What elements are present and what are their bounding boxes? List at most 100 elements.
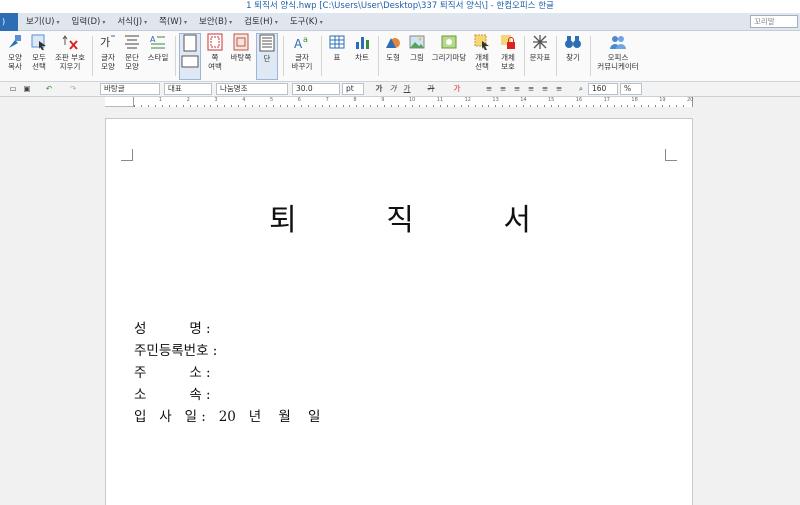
horizontal-ruler[interactable]: 1 2 3 4 5 6 7 8 9 10 11 12 13 14 15 16 17 18 19 20	[105, 97, 693, 107]
document-page[interactable]: 퇴 직 서 성 명 : 주민등록번호 : 주 소 : 소 속 : 입 사 일 :…	[105, 118, 693, 505]
ruler-tick	[446, 105, 448, 107]
shape-copy-button[interactable]: 모양 복사	[4, 33, 26, 80]
ruler-tick	[363, 105, 365, 107]
ruler-number: 9	[381, 97, 385, 103]
columns-button[interactable]: 단	[256, 33, 278, 80]
strike-button[interactable]: 가	[426, 84, 436, 94]
find-label: 찾기	[566, 53, 580, 62]
window-title: 1 퇴직서 양식.hwp [C:\Users\User\Desktop\337 …	[0, 0, 800, 13]
office-communicator-button[interactable]: 오피스 커뮤니케이터	[594, 33, 642, 80]
ruler-number: 15	[548, 97, 555, 103]
ruler-tick	[488, 105, 490, 107]
ruler-tick	[662, 105, 664, 107]
ruler-tick	[627, 105, 629, 107]
master-page-button[interactable]: 바탕쪽	[229, 33, 253, 80]
print-icon[interactable]: ▭	[8, 84, 18, 94]
ruler-tick	[391, 105, 393, 107]
style-button[interactable]: A 스타일	[145, 33, 171, 80]
zoom-value: 160	[592, 84, 607, 93]
menu-item[interactable]: 입력(D) ▾	[66, 13, 112, 31]
shape-copy-label-1: 모양	[8, 53, 22, 62]
svg-text:A: A	[150, 35, 156, 44]
preview-icon[interactable]: ▣	[22, 84, 32, 94]
ruler-number: 16	[575, 97, 583, 103]
picture-button[interactable]: 그림	[406, 33, 428, 80]
ruler-tick	[293, 105, 295, 107]
remove-markers-label-1: 조판 부호	[55, 53, 85, 62]
chevron-down-icon: ▾	[56, 19, 60, 26]
menu-item[interactable]: 보안(B) ▾	[193, 13, 238, 31]
align-right-icon[interactable]: ≡	[526, 84, 536, 94]
menu-item[interactable]: 서식(J) ▾	[111, 13, 153, 31]
char-shape-button[interactable]: 가 글자 모양	[97, 33, 119, 80]
ruler-tick	[571, 105, 573, 107]
ruler-tick	[231, 105, 233, 107]
object-protect-button[interactable]: 개체 보호	[496, 33, 520, 80]
ruler-tick	[620, 105, 622, 107]
office-communicator-label-2: 커뮤니케이터	[597, 62, 639, 71]
font-size-input[interactable]: 30.0	[292, 83, 340, 95]
ribbon-separator	[556, 36, 557, 76]
remove-markers-button[interactable]: 조판 부호 지우기	[52, 33, 88, 80]
undo-icon[interactable]: ↶	[44, 84, 54, 94]
font-color-button[interactable]: 가	[452, 84, 462, 94]
align-justify-icon[interactable]: ≡	[484, 84, 494, 94]
menu-item[interactable]: 검토(H) ▾	[238, 13, 284, 31]
ruler-number: 11	[436, 97, 444, 103]
draw-magic-label: 그리기마당	[431, 53, 467, 62]
align-center-icon[interactable]: ≡	[512, 84, 522, 94]
align-left-icon[interactable]: ≡	[498, 84, 508, 94]
document-title: 퇴 직 서	[269, 203, 571, 238]
style-select[interactable]: 바탕글	[100, 83, 160, 95]
picture-icon	[408, 33, 426, 51]
menu-item[interactable]: 쪽(W) ▾	[153, 13, 193, 31]
menu-item[interactable]: 보기(U) ▾	[20, 13, 66, 31]
change-char-button[interactable]: Aa 글자 바꾸기	[288, 33, 316, 80]
ruler-tick	[203, 105, 205, 107]
font-lang-select[interactable]: 대표	[164, 83, 212, 95]
draw-magic-button[interactable]: 그리기마당	[430, 33, 468, 80]
ruler-tick	[537, 105, 539, 107]
redo-icon[interactable]: ↷	[68, 84, 78, 94]
table-button[interactable]: 표	[326, 33, 348, 80]
select-all-button[interactable]: 모두 선택	[28, 33, 50, 80]
menu-items: 보기(U) ▾ 입력(D) ▾ 서식(J) ▾ 쪽(W) ▾ 보안(B) ▾ 검토(H) ▾ 도구(K)…	[20, 13, 329, 31]
file-menu-tab[interactable]: )	[0, 13, 18, 31]
ruler-tick	[196, 105, 198, 107]
ribbon-separator	[283, 36, 284, 76]
align-divide-icon[interactable]: ≡	[554, 84, 564, 94]
ruler-tick	[307, 105, 309, 107]
menu-item-label: 서식(J)	[117, 17, 143, 27]
help-search-input[interactable]: 꼬리말	[750, 15, 798, 28]
ruler-tick	[224, 105, 226, 107]
find-button[interactable]: 찾기	[561, 33, 585, 80]
zoom-unit-select[interactable]: %	[620, 83, 642, 95]
italic-button[interactable]: 가	[388, 84, 398, 94]
bold-button[interactable]: 가	[374, 84, 384, 94]
page-layout-button[interactable]	[179, 33, 201, 80]
align-distribute-icon[interactable]: ≡	[540, 84, 550, 94]
symbol-icon	[531, 33, 549, 51]
ruler-tick	[502, 105, 504, 107]
char-table-button[interactable]: 문자표	[528, 33, 552, 80]
shape-button[interactable]: 도형	[382, 33, 404, 80]
page-margin-button[interactable]: 쪽 여백	[204, 33, 226, 80]
menu-item[interactable]: 도구(K) ▾	[284, 13, 329, 31]
para-shape-button[interactable]: 문단 모양	[121, 33, 143, 80]
ruler-tick	[273, 105, 274, 107]
chart-button[interactable]: 차트	[350, 33, 374, 80]
font-select[interactable]: 나눔명조	[216, 83, 288, 95]
people-icon	[609, 33, 627, 51]
object-select-button[interactable]: 개체 선택	[471, 33, 493, 80]
ruler-tick	[182, 105, 184, 107]
ruler-tick	[460, 105, 462, 107]
master-page-label: 바탕쪽	[230, 53, 252, 62]
ruler-tick	[634, 105, 636, 107]
bar-chart-icon	[353, 33, 371, 51]
ruler-number: 20	[687, 97, 694, 103]
erase-marker-icon	[61, 33, 79, 51]
underline-button[interactable]: 가	[402, 84, 412, 94]
unit-select[interactable]: pt	[342, 83, 364, 95]
ruler-tick	[683, 105, 685, 107]
zoom-input[interactable]: 160	[588, 83, 618, 95]
